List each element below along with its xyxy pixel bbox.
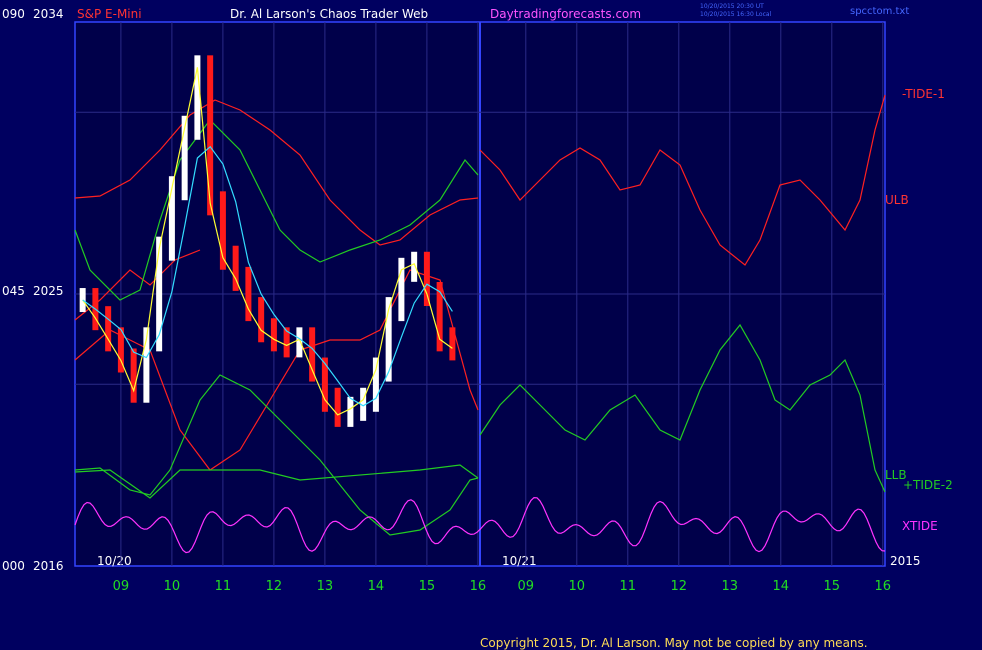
year-label: 2015 xyxy=(890,554,921,568)
x-tick-label: 09 xyxy=(518,579,535,594)
left-code-bottom: 000 xyxy=(2,559,25,573)
series-label-tide2: +TIDE-2 xyxy=(903,478,953,492)
series-label-tide1: -TIDE-1 xyxy=(902,87,945,101)
price-bar xyxy=(423,251,430,306)
filename-label: spcctom.txt xyxy=(850,6,909,17)
left-price-mid: 2025 xyxy=(33,284,64,298)
x-tick-label: 15 xyxy=(419,579,436,594)
price-bar xyxy=(296,327,303,358)
x-tick-label: 14 xyxy=(773,579,790,594)
price-bar xyxy=(449,327,456,361)
x-tick-label: 13 xyxy=(722,579,739,594)
x-tick-label: 16 xyxy=(875,579,892,594)
timestamp-local: 10/20/2015 16:30 Local xyxy=(700,11,772,18)
chart-title: Dr. Al Larson's Chaos Trader Web xyxy=(230,7,428,21)
x-tick-label: 11 xyxy=(620,579,637,594)
price-bar xyxy=(398,257,405,322)
instrument-label: S&P E-Mini xyxy=(77,7,142,21)
website-link[interactable]: Daytradingforecasts.com xyxy=(490,7,641,21)
price-bar xyxy=(334,387,341,427)
date-label-day2: 10/21 xyxy=(502,554,537,568)
x-tick-label: 15 xyxy=(824,579,841,594)
copyright-text: Copyright 2015, Dr. Al Larson. May not b… xyxy=(480,636,868,650)
price-bar xyxy=(130,348,137,403)
left-price-bottom: 2016 xyxy=(33,559,64,573)
x-tick-label: 13 xyxy=(317,579,334,594)
price-bar xyxy=(258,297,265,343)
x-tick-label: 12 xyxy=(671,579,688,594)
left-code-mid: 045 xyxy=(2,284,25,298)
price-bar xyxy=(372,357,379,412)
x-tick-label: 10 xyxy=(164,579,181,594)
left-code-top: 090 xyxy=(2,7,25,21)
x-tick-label: 10 xyxy=(569,579,586,594)
series-label-ulb: ULB xyxy=(885,193,909,207)
x-tick-label: 11 xyxy=(215,579,232,594)
x-tick-label: 09 xyxy=(113,579,130,594)
series-label-xtide: XTIDE xyxy=(902,519,938,533)
date-label-day1: 10/20 xyxy=(97,554,132,568)
price-bar xyxy=(207,55,214,216)
price-bar xyxy=(347,396,354,427)
x-tick-label: 16 xyxy=(470,579,487,594)
chaos-trader-chart: 090 2034 S&P E-Mini Dr. Al Larson's Chao… xyxy=(2,3,953,650)
x-tick-label: 14 xyxy=(368,579,385,594)
price-bar xyxy=(270,318,277,352)
price-bar xyxy=(411,251,418,282)
price-bar xyxy=(105,306,112,352)
x-tick-labels: 09 10 11 12 13 14 15 16 09 10 11 12 13 14 15 16 xyxy=(113,579,891,594)
timestamp-ut: 10/20/2015 20:30 UT xyxy=(700,3,764,10)
left-price-top: 2034 xyxy=(33,7,64,21)
x-tick-label: 12 xyxy=(266,579,283,594)
